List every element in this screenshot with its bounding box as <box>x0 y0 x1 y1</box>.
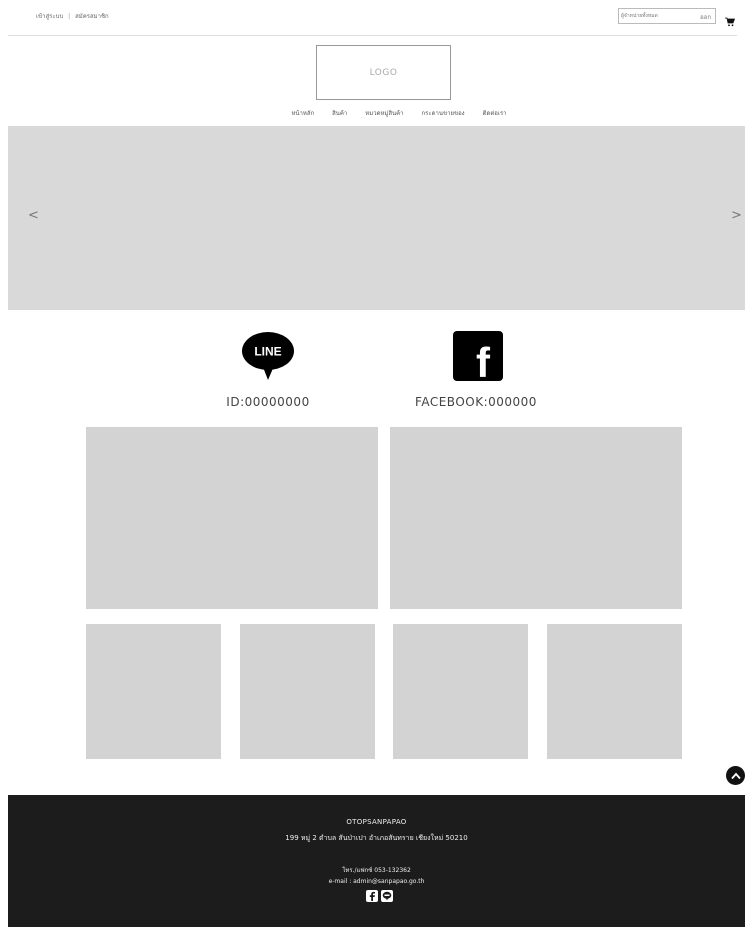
product-card-2[interactable] <box>240 624 375 759</box>
facebook-icon-text: f <box>476 339 491 381</box>
hero-banner <box>8 126 745 310</box>
facebook-icon[interactable]: f <box>453 331 503 386</box>
site-logo[interactable]: LOGO <box>316 45 451 100</box>
back-to-top-button[interactable] <box>726 766 745 785</box>
featured-card-1[interactable] <box>86 427 378 609</box>
search-button[interactable]: ออก <box>700 12 711 22</box>
main-nav: หน้าหลัก สินค้า หมวดหมู่สินค้า กระดานขาย… <box>0 108 745 122</box>
line-icon-text: LINE <box>254 345 281 359</box>
footer-email: e-mail : admin@sanpapao.go.th <box>328 878 425 885</box>
product-card-3[interactable] <box>393 624 528 759</box>
footer <box>8 795 745 927</box>
footer-org-name: OTOPSANPAPAO <box>346 818 407 826</box>
nav-item-home[interactable]: หน้าหลัก <box>291 108 314 122</box>
line-id-text: ID:00000000 <box>226 395 310 409</box>
nav-item-contact[interactable]: ติดต่อเรา <box>483 108 507 122</box>
login-link[interactable]: เข้าสู่ระบบ <box>36 13 63 20</box>
product-card-4[interactable] <box>547 624 682 759</box>
cart-icon[interactable] <box>725 12 736 27</box>
footer-facebook-icon[interactable] <box>366 890 378 902</box>
top-divider <box>8 35 737 36</box>
nav-item-products[interactable]: สินค้า <box>332 108 347 122</box>
footer-social <box>366 890 396 904</box>
product-card-1[interactable] <box>86 624 221 759</box>
footer-phone: โทร./แฟกซ์ 053-132362 <box>342 867 411 874</box>
footer-address: 199 หมู่ 2 ตำบล สันป่าเปา อำเภอสันทราย เ… <box>285 834 468 842</box>
nav-item-board[interactable]: กระดานขายของ <box>422 108 465 122</box>
account-links: เข้าสู่ระบบ | สมัครสมาชิก <box>36 11 109 21</box>
search-input[interactable] <box>621 10 679 22</box>
chevron-up-icon <box>730 772 741 779</box>
nav-item-categories[interactable]: หมวดหมู่สินค้า <box>365 108 403 122</box>
search-box: ออก <box>618 8 716 24</box>
facebook-id-text: FACEBOOK:000000 <box>415 395 537 409</box>
featured-card-2[interactable] <box>390 427 682 609</box>
footer-line-icon[interactable] <box>381 890 393 902</box>
banner-prev-button[interactable]: < <box>28 208 39 223</box>
banner-next-button[interactable]: > <box>731 208 742 223</box>
line-icon[interactable]: LINE <box>241 331 295 381</box>
register-link[interactable]: สมัครสมาชิก <box>75 13 109 20</box>
separator: | <box>68 13 71 20</box>
